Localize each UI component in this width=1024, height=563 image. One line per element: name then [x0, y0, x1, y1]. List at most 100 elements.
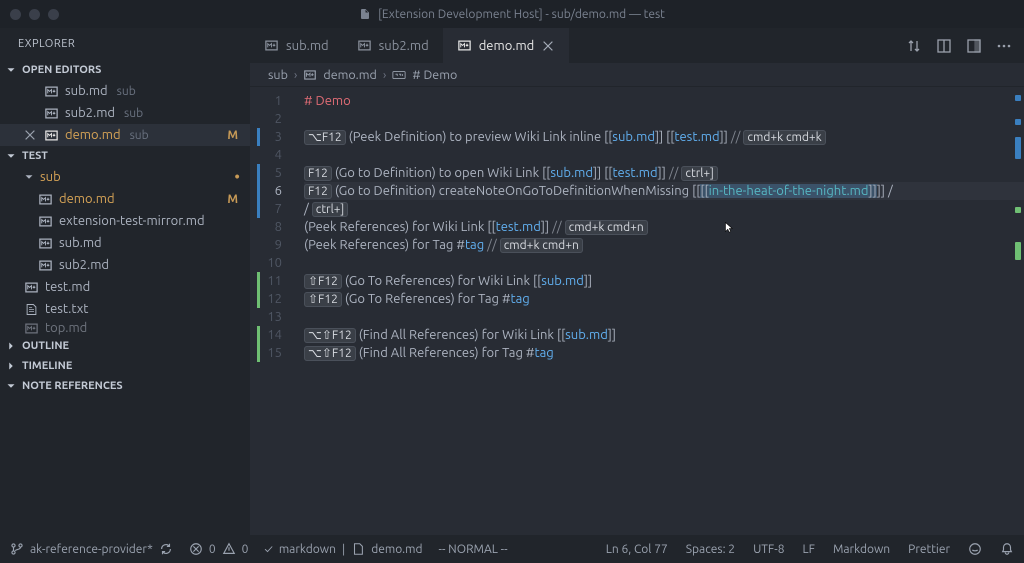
tree-item[interactable]: sub2.md — [0, 254, 250, 276]
file-name: extension-test-mirror.md — [59, 214, 205, 228]
sidebar: EXPLORER OPEN EDITORS sub.md sub sub2.md… — [0, 28, 250, 535]
chevron-right-icon — [4, 359, 18, 373]
breadcrumb-item[interactable]: # Demo — [412, 68, 457, 82]
modified-indicator: M — [227, 129, 238, 142]
close-icon[interactable] — [541, 39, 555, 53]
tab-sub[interactable]: sub.md — [250, 28, 343, 63]
markdown-file-icon — [24, 321, 39, 336]
window-maximize-button[interactable] — [48, 9, 59, 20]
tree-item[interactable]: demo.md M — [0, 188, 250, 210]
test-section[interactable]: TEST — [0, 146, 250, 166]
tree-item[interactable]: test.txt — [0, 298, 250, 320]
lint-lang: markdown — [279, 543, 336, 556]
tab-label: demo.md — [479, 39, 535, 53]
note-references-label: NOTE REFERENCES — [22, 380, 123, 392]
open-editor-desc: sub — [124, 107, 143, 120]
chevron-right-icon: › — [294, 68, 298, 82]
feedback-icon[interactable] — [968, 542, 982, 556]
language-mode[interactable]: Markdown — [833, 543, 890, 556]
timeline-section[interactable]: TIMELINE — [0, 356, 250, 376]
indentation-status[interactable]: Spaces: 2 — [686, 543, 735, 556]
error-icon — [189, 542, 203, 556]
git-branch-status[interactable]: ak-reference-provider* — [10, 542, 173, 556]
file-name: demo.md — [59, 192, 115, 206]
tree-item[interactable]: top.md — [0, 320, 250, 336]
window-close-button[interactable] — [10, 9, 21, 20]
open-editor-item-active[interactable]: demo.md sub M — [0, 124, 250, 146]
modified-indicator: M — [227, 193, 238, 206]
close-icon[interactable] — [22, 128, 38, 142]
open-editors-section[interactable]: OPEN EDITORS — [0, 60, 250, 80]
chevron-down-icon — [4, 63, 18, 77]
eol-status[interactable]: LF — [803, 543, 815, 556]
file-name: test.md — [45, 280, 90, 294]
sync-icon[interactable] — [159, 542, 173, 556]
vim-mode-status: -- NORMAL -- — [439, 543, 508, 556]
error-count: 0 — [209, 543, 216, 556]
timeline-label: TIMELINE — [22, 360, 72, 372]
lint-file: demo.md — [371, 543, 422, 556]
status-bar: ak-reference-provider* 0 0 ✓ markdown | … — [0, 535, 1024, 563]
encoding-status[interactable]: UTF-8 — [753, 543, 784, 556]
tab-demo-active[interactable]: demo.md — [443, 28, 570, 63]
markdown-file-icon — [44, 84, 59, 99]
tab-label: sub.md — [286, 39, 329, 53]
markdown-file-icon — [264, 38, 279, 53]
code-editor[interactable]: 1 2 3 4 5 6 7 8 9 10 11 12 13 14 15 # De… — [250, 87, 1024, 535]
cursor-position[interactable]: Ln 6, Col 77 — [606, 543, 668, 556]
open-editor-desc: sub — [130, 129, 149, 142]
bell-icon[interactable] — [1000, 542, 1014, 556]
titlebar: [Extension Development Host] - sub/demo.… — [0, 0, 1024, 28]
window-minimize-button[interactable] — [29, 9, 40, 20]
file-name: sub2.md — [59, 258, 109, 272]
tab-label: sub2.md — [379, 39, 429, 53]
formatter-status[interactable]: Prettier — [908, 543, 950, 556]
line-gutter: 1 2 3 4 5 6 7 8 9 10 11 12 13 14 15 — [250, 87, 296, 535]
open-editors-label: OPEN EDITORS — [22, 64, 101, 76]
lint-status[interactable]: ✓ markdown | demo.md — [264, 542, 422, 556]
file-icon — [351, 542, 365, 556]
tab-bar: sub.md sub2.md demo.md — [250, 28, 1024, 63]
tree-item[interactable]: sub.md — [0, 232, 250, 254]
tree-item[interactable]: test.md — [0, 276, 250, 298]
file-name: test.txt — [45, 302, 88, 316]
open-preview-icon[interactable] — [936, 38, 952, 54]
mouse-cursor-icon — [724, 219, 736, 235]
explorer-header: EXPLORER — [0, 28, 250, 60]
outline-label: OUTLINE — [22, 340, 69, 352]
folder-name: sub — [40, 170, 61, 184]
open-editor-item[interactable]: sub2.md sub — [0, 102, 250, 124]
git-branch-name: ak-reference-provider* — [30, 543, 153, 556]
breadcrumb-item[interactable]: demo.md — [323, 68, 376, 82]
chevron-down-icon — [4, 379, 18, 393]
tree-item[interactable]: extension-test-mirror.md — [0, 210, 250, 232]
note-references-section[interactable]: NOTE REFERENCES — [0, 376, 250, 396]
check-icon: ✓ — [264, 543, 272, 556]
markdown-file-icon — [303, 68, 317, 82]
overview-ruler[interactable] — [1010, 87, 1024, 535]
breadcrumbs[interactable]: sub › demo.md › # Demo — [250, 63, 1024, 87]
open-editor-name: sub2.md — [65, 106, 115, 120]
breadcrumb-item[interactable]: sub — [268, 68, 288, 82]
open-editor-name: demo.md — [65, 128, 121, 142]
modified-dot-icon: • — [234, 168, 240, 186]
outline-section[interactable]: OUTLINE — [0, 336, 250, 356]
chevron-right-icon: › — [383, 68, 387, 82]
chevron-down-icon — [4, 149, 18, 163]
tab-sub2[interactable]: sub2.md — [343, 28, 443, 63]
file-name: sub.md — [59, 236, 102, 250]
tree-folder-sub[interactable]: sub • — [0, 166, 250, 188]
symbol-string-icon — [392, 68, 406, 82]
problems-status[interactable]: 0 0 — [189, 542, 249, 556]
code-content[interactable]: # Demo ⌥F12 (Peek Definition) to preview… — [296, 87, 1024, 535]
markdown-file-icon — [38, 258, 53, 273]
open-editor-item[interactable]: sub.md sub — [0, 80, 250, 102]
chevron-right-icon — [4, 339, 18, 353]
split-editor-icon[interactable] — [966, 38, 982, 54]
warning-icon — [222, 542, 236, 556]
markdown-file-icon — [24, 280, 39, 295]
more-actions-icon[interactable] — [996, 38, 1012, 54]
compare-changes-icon[interactable] — [906, 38, 922, 54]
markdown-file-icon — [38, 192, 53, 207]
test-label: TEST — [22, 150, 48, 162]
